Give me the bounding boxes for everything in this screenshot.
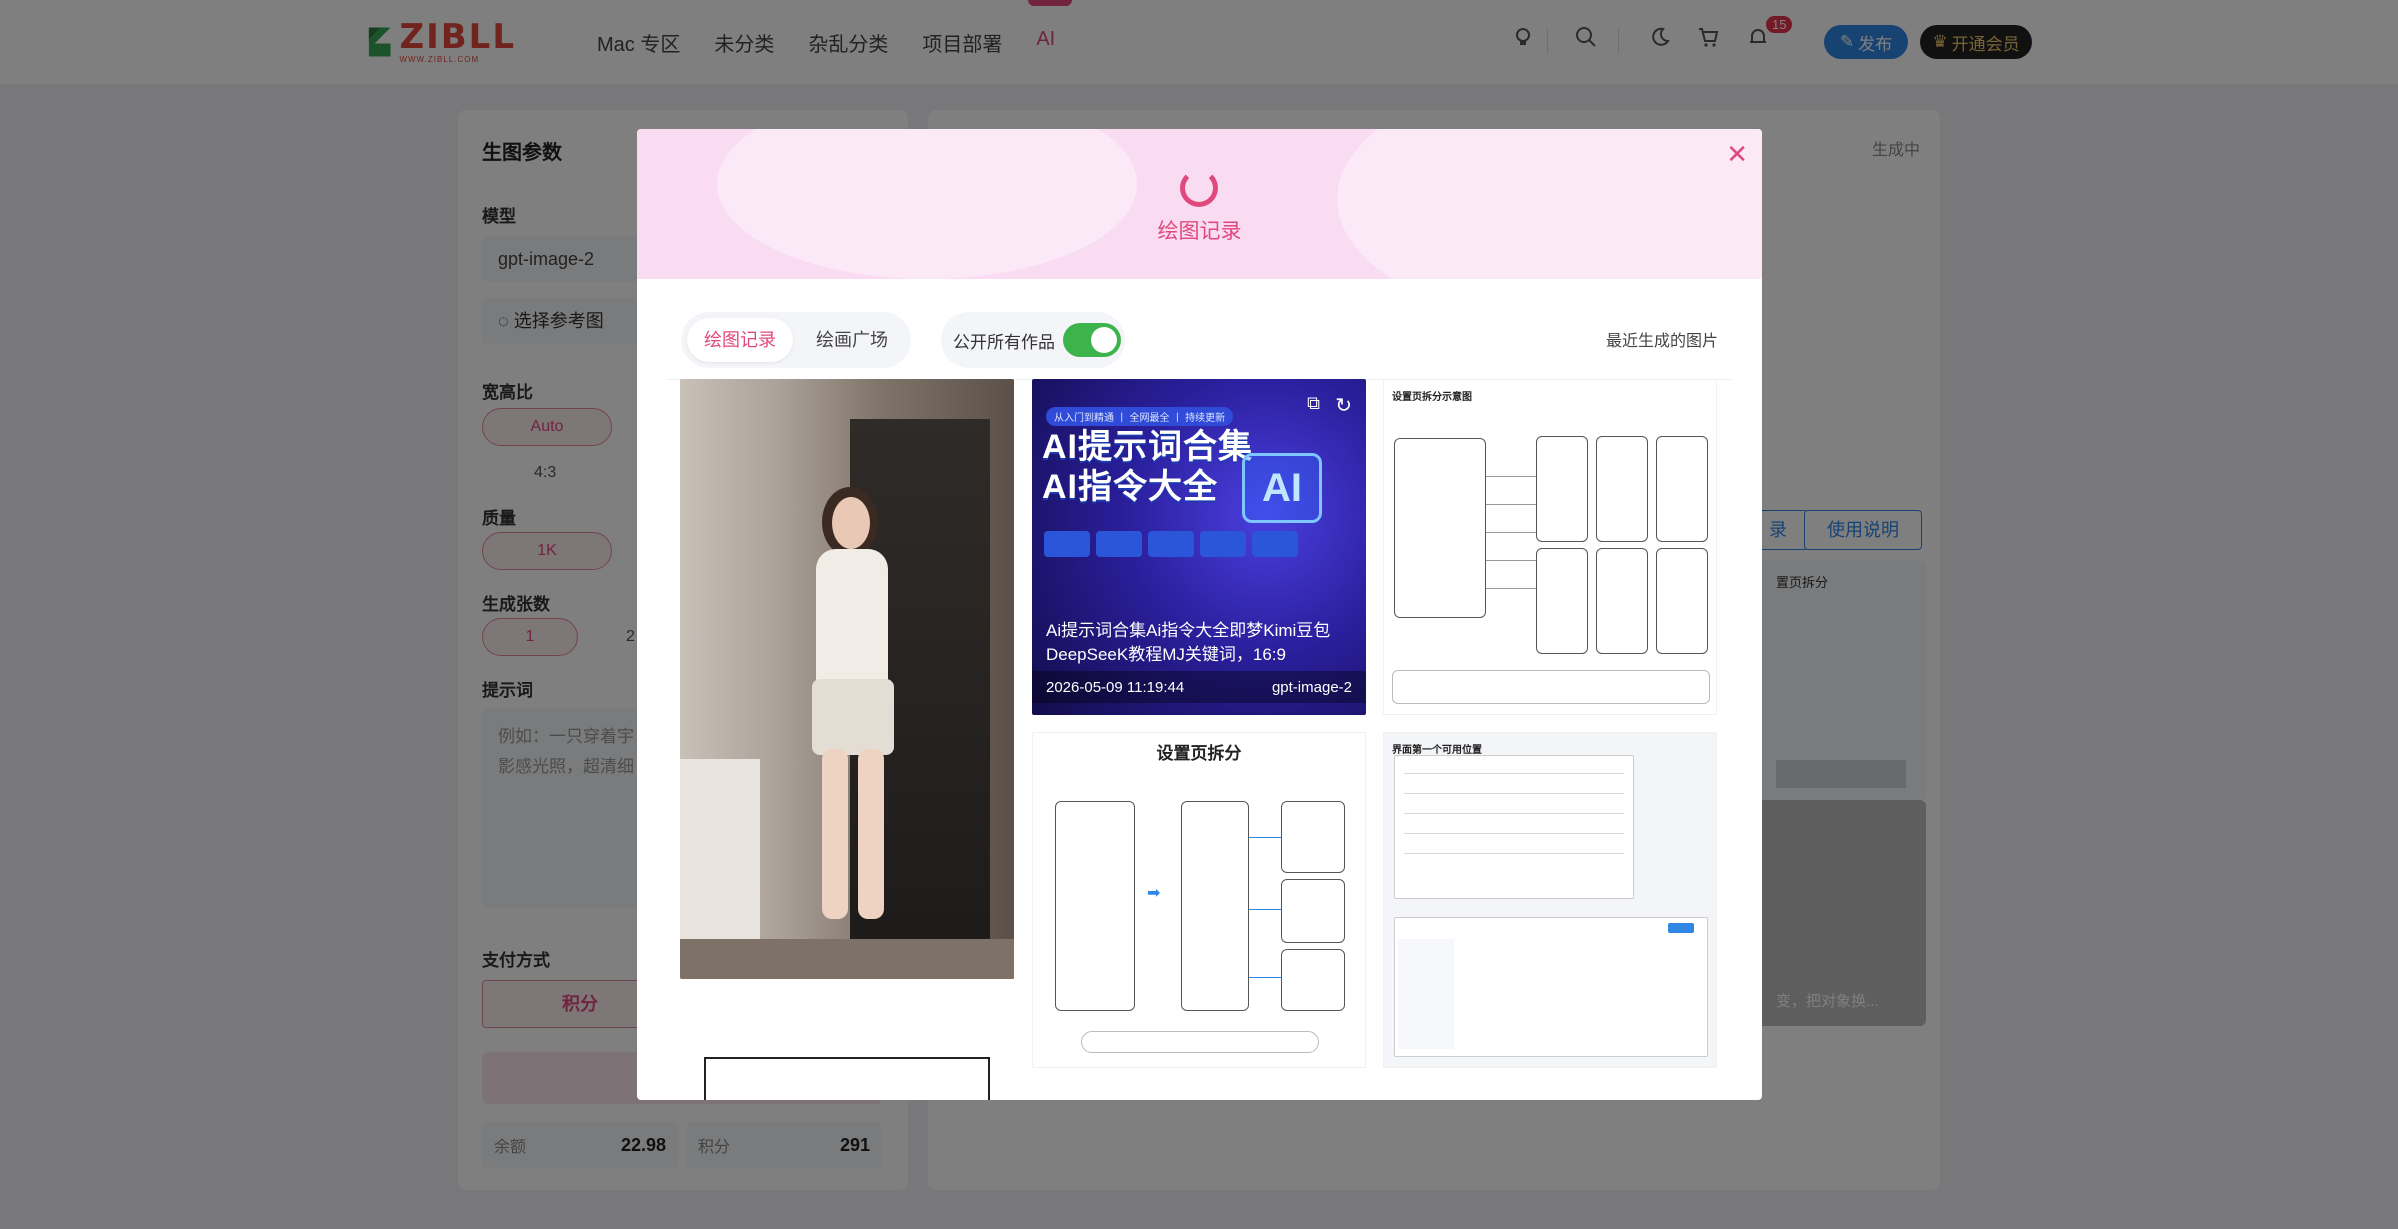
diagram-screen — [1596, 436, 1648, 542]
photo-person-leg — [822, 749, 848, 919]
poster-chip — [1096, 531, 1142, 557]
poster-headline-line1: AI提示词合集 — [1042, 428, 1253, 466]
poster-ribbon: 从入门到精通 丨 全网最全 丨 持续更新 — [1046, 407, 1234, 426]
photo-person-face — [832, 497, 870, 549]
header-decoration — [717, 129, 1137, 279]
tab-drawing-square[interactable]: 绘画广场 — [799, 318, 905, 362]
photo-floor — [680, 939, 1014, 979]
diagram-connector — [1249, 837, 1281, 838]
diagram-title: 设置页拆分 — [1156, 744, 1242, 763]
diagram-row — [1404, 773, 1624, 774]
diagram-connector — [1486, 476, 1536, 477]
poster-ai-logo: AI — [1242, 453, 1322, 523]
gallery-card-partial[interactable] — [704, 1057, 990, 1100]
drawing-records-modal: 绘图记录 ✕ 绘图记录 绘画广场 公开所有作品 最近生成的图片 从入门到精通 丨… — [637, 129, 1762, 1100]
poster-chip — [1252, 531, 1298, 557]
diagram-connector — [1486, 504, 1536, 505]
diagram-legend — [1081, 1031, 1319, 1053]
public-toggle[interactable] — [1063, 323, 1121, 357]
gallery-card-desktop-settings[interactable]: 界面第一个可用位置 — [1383, 732, 1717, 1068]
photo-person-leg — [858, 749, 884, 919]
diagram-connector — [1486, 560, 1536, 561]
public-toggle-row: 公开所有作品 — [941, 312, 1125, 368]
copy-icon[interactable]: ⧉ — [1307, 393, 1320, 414]
public-toggle-label: 公开所有作品 — [953, 332, 1055, 352]
diagram-screen — [1281, 879, 1345, 943]
diagram-screen — [1656, 548, 1708, 654]
diagram-row — [1404, 813, 1624, 814]
diagram-legend — [1392, 670, 1710, 704]
poster-headline: AI提示词合集 AI指令大全 — [1042, 427, 1253, 507]
diagram-screen — [1536, 548, 1588, 654]
poster-app-chips — [1044, 531, 1298, 557]
diagram-screen — [1281, 949, 1345, 1011]
arrow-icon: ➡ — [1147, 885, 1161, 902]
diagram-screen — [1656, 436, 1708, 542]
refresh-icon[interactable]: ↻ — [1335, 393, 1352, 418]
card-meta: 2026-05-09 11:19:44 gpt-image-2 — [1032, 671, 1366, 703]
diagram-screen — [1281, 801, 1345, 873]
gallery-card-settings-split[interactable]: 设置页拆分 ➡ — [1032, 732, 1366, 1068]
diagram-phone — [1394, 438, 1486, 618]
header-decoration — [1337, 129, 1762, 279]
card-caption: Ai提示词合集Ai指令大全即梦Kimi豆包DeepSeeK教程MJ关键词，16:… — [1046, 621, 1331, 664]
gallery-card-photo[interactable] — [680, 379, 1014, 979]
diagram-blue-button — [1668, 923, 1694, 933]
diagram-title: 界面第一个可用位置 — [1392, 745, 1482, 756]
diagram-connector — [1486, 532, 1536, 533]
poster-chip — [1200, 531, 1246, 557]
gallery-card-poster[interactable]: 从入门到精通 丨 全网最全 丨 持续更新 AI提示词合集 AI指令大全 AI ⧉… — [1032, 379, 1366, 715]
diagram-title: 设置页拆分示意图 — [1392, 392, 1472, 403]
gallery-card-diagram[interactable]: 设置页拆分示意图 — [1383, 379, 1717, 715]
diagram-screen — [1536, 436, 1588, 542]
poster-headline-line2: AI指令大全 — [1042, 468, 1218, 506]
diagram-connector — [1249, 977, 1281, 978]
modal-title: 绘图记录 — [1157, 220, 1242, 243]
diagram-connector — [1486, 588, 1536, 589]
card-date: 2026-05-09 11:19:44 — [1046, 678, 1185, 696]
diagram-row — [1404, 833, 1624, 834]
card-model: gpt-image-2 — [1271, 678, 1352, 696]
photo-person-top — [816, 549, 888, 699]
diagram-window — [1394, 755, 1634, 899]
tab-drawing-records[interactable]: 绘图记录 — [687, 318, 793, 362]
diagram-screen — [1596, 548, 1648, 654]
diagram-connector — [1249, 909, 1281, 910]
loading-icon — [1180, 169, 1218, 207]
diagram-sidebar — [1398, 939, 1454, 1049]
diagram-row — [1404, 793, 1624, 794]
modal-header: 绘图记录 ✕ — [637, 129, 1762, 279]
photo-person-shorts — [812, 679, 894, 755]
modal-tabs: 绘图记录 绘画广场 — [681, 312, 911, 368]
poster-chip — [1148, 531, 1194, 557]
diagram-phone — [1055, 801, 1135, 1011]
diagram-phone — [1181, 801, 1249, 1011]
diagram-row — [1404, 853, 1624, 854]
close-icon[interactable]: ✕ — [1726, 141, 1748, 167]
poster-chip — [1044, 531, 1090, 557]
recent-label: 最近生成的图片 — [1605, 333, 1718, 350]
